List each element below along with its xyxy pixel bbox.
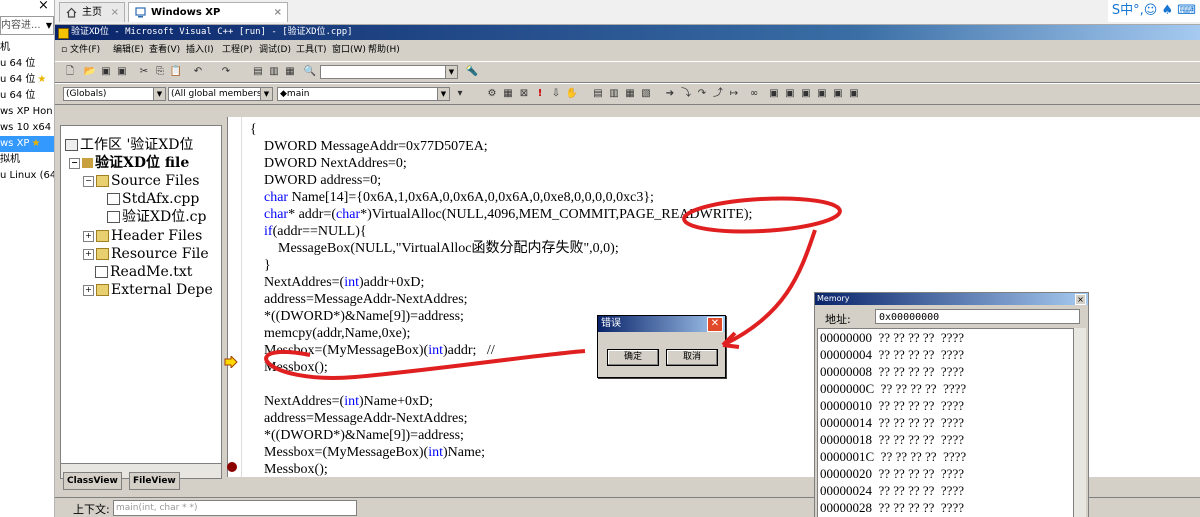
library-item[interactable]: u 64 位 <box>0 88 54 104</box>
library-item[interactable]: u Linux (64 <box>0 168 54 184</box>
annotation-ellipse <box>682 196 842 234</box>
star-icon: ★ <box>37 74 47 85</box>
library-item[interactable]: 拟机 <box>0 152 54 168</box>
vm-library-panel: × 内容进... ▼ 机 u 64 位 u 64 位 ★ u 64 位 ws XP … <box>0 0 55 517</box>
library-item[interactable]: ws 10 x64 <box>0 120 54 136</box>
close-tab-icon[interactable]: × <box>111 3 119 23</box>
close-library-icon[interactable]: × <box>38 0 49 13</box>
tab-windows-xp[interactable]: Windows XP Professional× <box>128 2 288 38</box>
home-icon <box>66 7 77 18</box>
vm-icon <box>135 7 146 18</box>
vc-window: 验证XD位 - Microsoft Visual C++ [run] - [验证… <box>55 25 1200 517</box>
library-item[interactable]: u 64 位 <box>0 56 54 72</box>
tab-home[interactable]: 主页 × <box>59 2 125 22</box>
library-item[interactable]: u 64 位 ★ <box>0 72 54 88</box>
library-item[interactable]: 机 <box>0 40 54 56</box>
library-item[interactable]: ws XP Hon <box>0 104 54 120</box>
ime-toolbar[interactable]: S中°,☺ ♠ ⌨ <box>1107 0 1200 22</box>
annotation-underline <box>264 349 586 380</box>
annotation-arrow <box>722 229 817 347</box>
chevron-down-icon[interactable]: ▼ <box>46 17 52 34</box>
close-tab-icon[interactable]: × <box>274 3 282 23</box>
star-icon: ★ <box>31 138 41 149</box>
vm-tab-strip: 主页× Windows XP Professional× S中°,☺ ♠ ⌨ <box>55 0 1200 38</box>
red-annotation <box>264 196 842 380</box>
library-search-input[interactable]: 内容进... ▼ <box>0 16 54 35</box>
library-item-selected[interactable]: ws XP ★ <box>0 136 54 152</box>
